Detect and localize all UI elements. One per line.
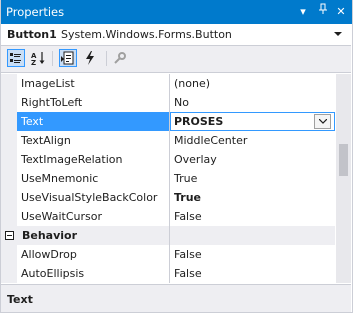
properties-window: Properties ▾ ✕ Button1 System.Windows.Fo… xyxy=(0,0,353,313)
property-row-text[interactable]: Text PROSES xyxy=(1,112,335,131)
property-row-imagelist[interactable]: ImageList (none) xyxy=(1,74,335,93)
properties-icon xyxy=(61,51,74,65)
vertical-scrollbar[interactable] xyxy=(336,74,351,283)
alphabetical-icon: A Z xyxy=(31,52,45,67)
column-divider[interactable] xyxy=(169,74,170,283)
property-value[interactable]: True xyxy=(174,172,197,185)
property-name: ImageList xyxy=(21,77,75,90)
scrollbar-thumb[interactable] xyxy=(339,144,348,176)
description-title: Text xyxy=(7,293,33,306)
category-row-behavior[interactable]: Behavior xyxy=(1,226,335,245)
property-row-usevisualstylebackcolor[interactable]: UseVisualStyleBackColor True xyxy=(1,188,335,207)
property-name: Text xyxy=(21,115,44,128)
property-value[interactable]: False xyxy=(174,267,202,280)
svg-text:Z: Z xyxy=(31,59,36,66)
property-row-allowdrop[interactable]: AllowDrop False xyxy=(1,245,335,264)
properties-toolbar: A Z xyxy=(1,46,351,73)
property-value[interactable]: True xyxy=(174,191,201,204)
properties-button[interactable] xyxy=(59,49,77,67)
property-pages-button[interactable] xyxy=(111,49,129,67)
property-grid: ImageList (none) RightToLeft No Text PRO… xyxy=(1,74,335,283)
property-name: UseWaitCursor xyxy=(21,210,102,223)
property-name: UseMnemonic xyxy=(21,172,99,185)
property-value[interactable]: False xyxy=(174,248,202,261)
property-value[interactable]: Overlay xyxy=(174,153,217,166)
property-name: TextAlign xyxy=(21,134,71,147)
property-name: UseVisualStyleBackColor xyxy=(21,191,158,204)
property-name: AutoEllipsis xyxy=(21,267,85,280)
pin-icon xyxy=(319,3,327,14)
chevron-down-icon xyxy=(318,118,327,124)
property-name: RightToLeft xyxy=(21,96,83,109)
lightning-icon xyxy=(86,51,94,65)
property-value[interactable]: False xyxy=(174,210,202,223)
alphabetical-button[interactable]: A Z xyxy=(29,49,47,67)
close-icon[interactable]: ✕ xyxy=(333,3,349,20)
window-position-dropdown-icon[interactable]: ▾ xyxy=(295,3,311,20)
property-name: AllowDrop xyxy=(21,248,77,261)
collapse-icon[interactable] xyxy=(5,231,14,240)
property-row-usemnemonic[interactable]: UseMnemonic True xyxy=(1,169,335,188)
property-row-usewaitcursor[interactable]: UseWaitCursor False xyxy=(1,207,335,226)
category-name: Behavior xyxy=(22,229,78,242)
wrench-icon xyxy=(114,52,126,64)
property-row-righttoleft[interactable]: RightToLeft No xyxy=(1,93,335,112)
property-value-input[interactable]: PROSES xyxy=(174,115,223,128)
value-dropdown-button[interactable] xyxy=(314,114,331,129)
toolbar-separator xyxy=(52,51,53,66)
toolbar-separator xyxy=(106,51,107,66)
object-name: Button1 xyxy=(7,28,57,41)
property-value[interactable]: No xyxy=(174,96,189,109)
categorized-icon xyxy=(10,53,21,63)
property-row-autoellipsis[interactable]: AutoEllipsis False xyxy=(1,264,335,283)
property-name: TextImageRelation xyxy=(21,153,123,166)
description-pane: Text xyxy=(1,284,351,313)
property-value[interactable]: MiddleCenter xyxy=(174,134,247,147)
auto-hide-pin-icon[interactable] xyxy=(315,3,331,20)
property-row-textalign[interactable]: TextAlign MiddleCenter xyxy=(1,131,335,150)
title-bar[interactable]: Properties ▾ ✕ xyxy=(0,0,353,24)
panel-title: Properties xyxy=(6,5,65,19)
events-button[interactable] xyxy=(81,49,99,67)
property-value[interactable]: (none) xyxy=(174,77,210,90)
chevron-down-icon[interactable] xyxy=(331,27,345,43)
object-type: System.Windows.Forms.Button xyxy=(61,28,232,41)
categorized-button[interactable] xyxy=(7,49,25,67)
object-selector[interactable]: Button1 System.Windows.Forms.Button xyxy=(1,25,351,46)
property-row-textimagerelation[interactable]: TextImageRelation Overlay xyxy=(1,150,335,169)
